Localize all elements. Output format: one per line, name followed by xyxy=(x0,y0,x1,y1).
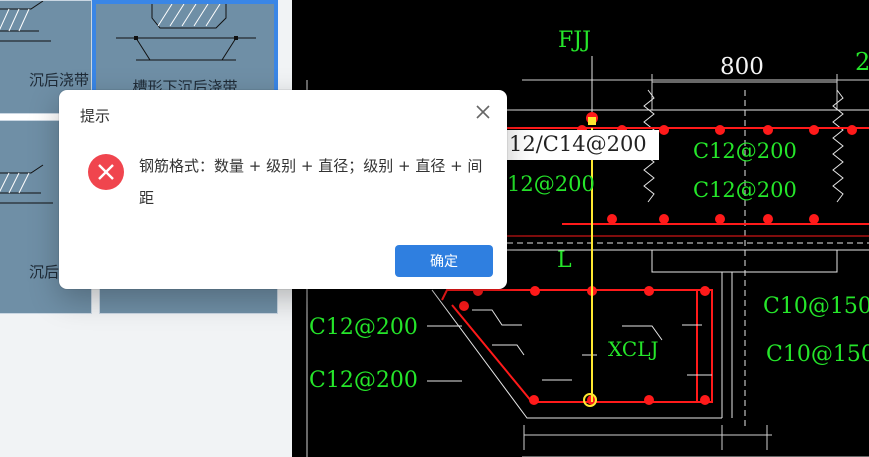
cad-rebar-spec-box[interactable]: 12/C14@200 xyxy=(509,132,647,156)
cad-dimension-partial: 2 xyxy=(855,48,869,76)
cad-label-c12-left-2: C12@200 xyxy=(309,368,418,393)
dialog-message: 钢筋格式：数量 + 级别 + 直径；级别 + 直径 + 间距 xyxy=(139,157,483,207)
cad-label-c12-mid-right: C12@200 xyxy=(693,178,797,202)
cad-label-c10-right-2: C10@150 xyxy=(766,342,869,367)
cad-label-c12-left-partial: 12@200 xyxy=(507,172,595,196)
error-icon xyxy=(88,154,124,190)
cad-label-c12-left-1: C12@200 xyxy=(309,315,418,340)
ok-button[interactable]: 确定 xyxy=(395,245,493,277)
cad-label-c12-top-right: C12@200 xyxy=(693,139,797,163)
cad-label-c10-right-1: C10@150 xyxy=(763,294,869,319)
close-icon[interactable] xyxy=(473,102,493,122)
cad-dimension-800: 800 xyxy=(720,54,764,80)
cad-label-xclj: XCLJ xyxy=(608,337,659,361)
cad-label-fjj: FJJ xyxy=(558,28,591,53)
cad-label-l: L xyxy=(557,248,572,273)
alert-dialog: 提示 钢筋格式：数量 + 级别 + 直径；级别 + 直径 + 间距 确定 xyxy=(59,90,507,289)
dialog-title: 提示 xyxy=(80,107,111,125)
gallery-item-label: 沉后浇带 xyxy=(28,71,89,89)
